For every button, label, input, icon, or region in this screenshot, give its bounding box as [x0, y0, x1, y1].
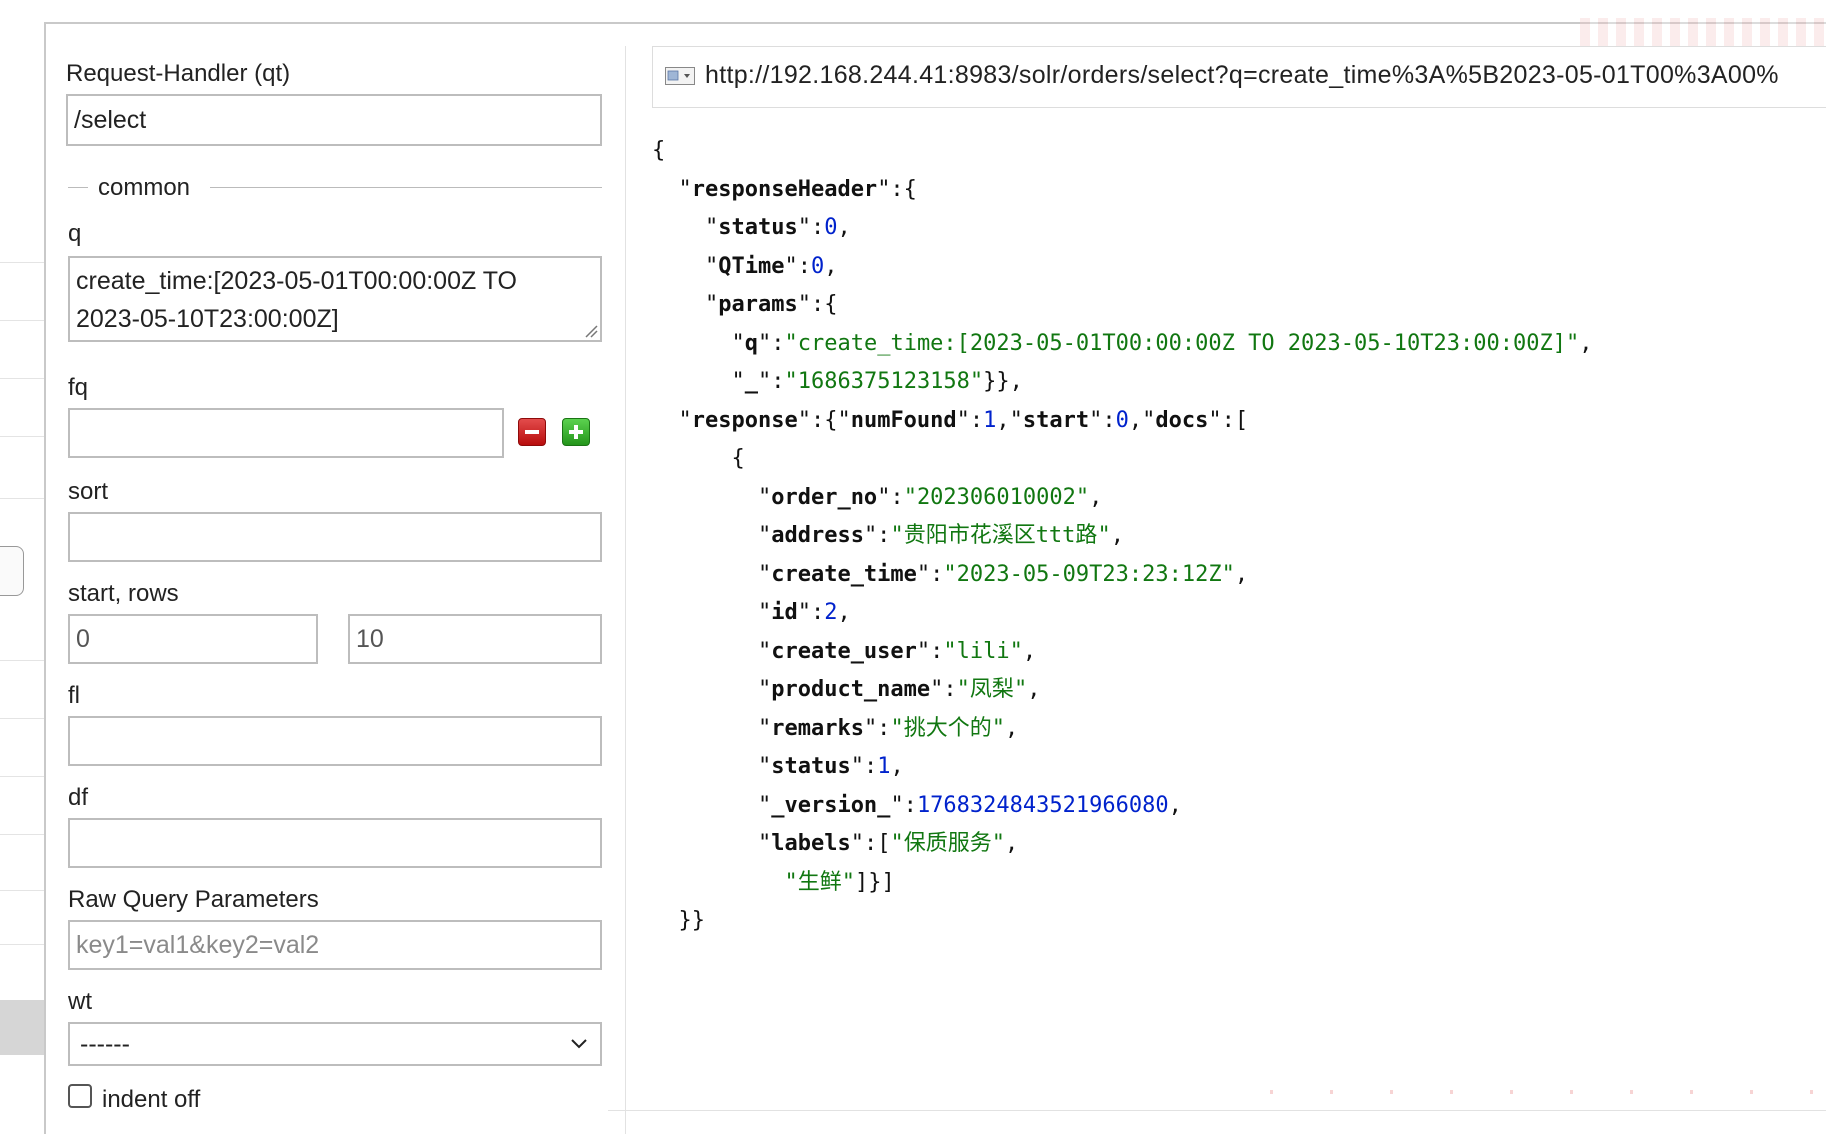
wt-selected-value: ------	[80, 1030, 130, 1058]
panel-divider	[625, 46, 626, 1134]
common-legend-line	[210, 187, 602, 188]
q-label: q	[68, 220, 82, 247]
request-handler-input[interactable]	[66, 94, 602, 146]
wt-select[interactable]: ------	[68, 1022, 602, 1066]
json-order-no-value: 202306010002	[916, 484, 1076, 510]
sidebar-divider	[0, 776, 44, 777]
fl-label: fl	[68, 682, 80, 709]
sidebar-divider	[0, 834, 44, 835]
sidebar-divider	[0, 660, 44, 661]
indent-checkbox[interactable]	[68, 1084, 92, 1108]
plus-icon-stem	[574, 425, 578, 439]
fq-remove-button[interactable]	[518, 418, 546, 446]
sort-label: sort	[68, 478, 109, 505]
json-param-underscore-value: 1686375123158	[797, 369, 970, 394]
df-input[interactable]	[68, 818, 602, 868]
header-artifact	[1580, 18, 1826, 46]
json-version-value: 1768324843521966080	[916, 792, 1169, 818]
fq-label: fq	[68, 374, 89, 401]
wt-label: wt	[68, 988, 92, 1015]
json-label-item: 生鲜	[797, 869, 842, 895]
sidebar-divider	[0, 378, 44, 379]
query-form: Request-Handler (qt) common q create_tim…	[46, 24, 624, 1134]
fq-add-button[interactable]	[562, 418, 590, 446]
common-legend-line	[68, 187, 88, 188]
json-numfound-value: 1	[983, 407, 997, 433]
start-input[interactable]	[68, 614, 318, 664]
sidebar-divider	[0, 498, 44, 499]
sidebar-divider	[0, 436, 44, 437]
json-address-value: 贵阳市花溪区ttt路	[903, 523, 1098, 548]
sidebar-toggle-button[interactable]	[0, 546, 24, 596]
json-param-q-value: create_time:[2023-05-01T00:00:00Z TO 202…	[797, 330, 1566, 356]
json-qtime-value: 0	[810, 253, 825, 279]
sidebar-divider	[0, 890, 44, 891]
chevron-down-icon	[571, 1039, 587, 1049]
q-value-line: create_time:[2023-05-01T00:00:00Z TO	[76, 267, 518, 295]
raw-query-label: Raw Query Parameters	[68, 886, 319, 913]
json-start-value: 0	[1115, 407, 1129, 433]
df-label: df	[68, 784, 89, 811]
sort-input[interactable]	[68, 512, 602, 562]
json-label-item: 保质服务	[903, 831, 992, 856]
fq-input[interactable]	[68, 408, 504, 458]
q-value-line: 2023-05-10T23:00:00Z]	[76, 305, 339, 333]
json-product-name-value: 凤梨	[969, 677, 1014, 702]
page-icon	[665, 67, 695, 85]
sidebar-divider	[0, 944, 44, 945]
sidebar-divider	[0, 262, 44, 263]
sidebar-divider	[0, 718, 44, 719]
footer-rule	[608, 1110, 1826, 1111]
result-url-bar[interactable]: http://192.168.244.41:8983/solr/orders/s…	[652, 46, 1826, 108]
footer-artifact	[1270, 1090, 1826, 1094]
json-remarks-value: 挑大个的	[903, 715, 992, 741]
indent-label: indent off	[102, 1086, 201, 1113]
start-rows-label: start, rows	[68, 580, 179, 607]
result-url-link[interactable]: http://192.168.244.41:8983/solr/orders/s…	[705, 61, 1779, 90]
sidebar-item-query[interactable]	[0, 1000, 44, 1055]
json-id-value: 2	[824, 600, 838, 625]
resize-grip-icon[interactable]	[584, 324, 598, 338]
json-response: { "responseHeader":{ "status":0, "QTime"…	[652, 138, 1593, 933]
json-status-value: 0	[824, 215, 838, 240]
query-page: Request-Handler (qt) common q create_tim…	[0, 0, 1826, 1134]
json-create-time-value: 2023-05-09T23:23:12Z	[956, 561, 1222, 587]
json-create-user-value: lili	[956, 638, 1010, 664]
minus-icon	[525, 430, 539, 434]
request-handler-label: Request-Handler (qt)	[66, 60, 291, 87]
q-textarea[interactable]: create_time:[2023-05-01T00:00:00Z TO 202…	[68, 256, 602, 342]
raw-query-input[interactable]	[68, 920, 602, 970]
fl-input[interactable]	[68, 716, 602, 766]
rows-input[interactable]	[348, 614, 602, 664]
common-legend: common	[98, 174, 191, 201]
sidebar-divider	[0, 320, 44, 321]
json-doc-status-value: 1	[877, 754, 891, 779]
sidebar-strip	[0, 0, 44, 1134]
